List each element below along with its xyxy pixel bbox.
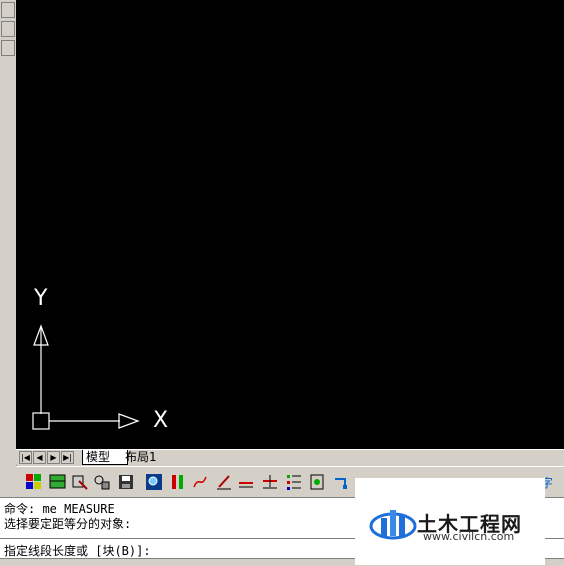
offset-icon[interactable]	[261, 473, 279, 491]
toolbar-button-top[interactable]	[1, 2, 15, 18]
ucs-icon	[32, 324, 140, 430]
prev-tab-button[interactable]: ◀	[33, 451, 46, 464]
command-prompt[interactable]: 指定线段长度或 [块(B)]:	[4, 542, 151, 559]
layout-tab-bar: |◀ ◀ ▶ ▶| 模型 布局1	[16, 449, 564, 465]
ucs-x-label: X	[153, 408, 169, 433]
pencil-edit-icon[interactable]	[215, 473, 233, 491]
block-insert-icon[interactable]	[309, 473, 327, 491]
civilcn-logo-icon	[369, 510, 417, 540]
zoom-icon[interactable]	[145, 473, 163, 491]
toolbar-button-middle[interactable]	[1, 21, 15, 37]
save-icon[interactable]	[117, 473, 135, 491]
properties-icon[interactable]	[93, 473, 111, 491]
last-tab-button[interactable]: ▶|	[61, 451, 74, 464]
next-tab-button[interactable]: ▶	[47, 451, 60, 464]
spline-icon[interactable]	[191, 473, 209, 491]
tap-icon[interactable]	[333, 473, 351, 491]
command-history-line-2: 选择要定距等分的对象:	[4, 517, 132, 531]
list-icon[interactable]	[285, 473, 303, 491]
align-icon[interactable]	[237, 473, 255, 491]
match-properties-icon[interactable]	[71, 473, 89, 491]
layer-grid-icon[interactable]	[49, 473, 67, 491]
stretch-icon[interactable]	[169, 473, 187, 491]
watermark-url: www.civilcn.com	[423, 530, 515, 543]
toolbar-button-bottom[interactable]	[1, 40, 15, 56]
layer-color-icon[interactable]	[25, 473, 43, 491]
ucs-y-label: Y	[34, 286, 48, 311]
watermark: 土木工程网 www.civilcn.com	[355, 478, 545, 565]
left-toolbar-strip	[0, 0, 17, 470]
tab-layout1[interactable]: 布局1	[122, 450, 168, 464]
drawing-canvas[interactable]: Y X	[16, 0, 564, 449]
first-tab-button[interactable]: |◀	[19, 451, 32, 464]
